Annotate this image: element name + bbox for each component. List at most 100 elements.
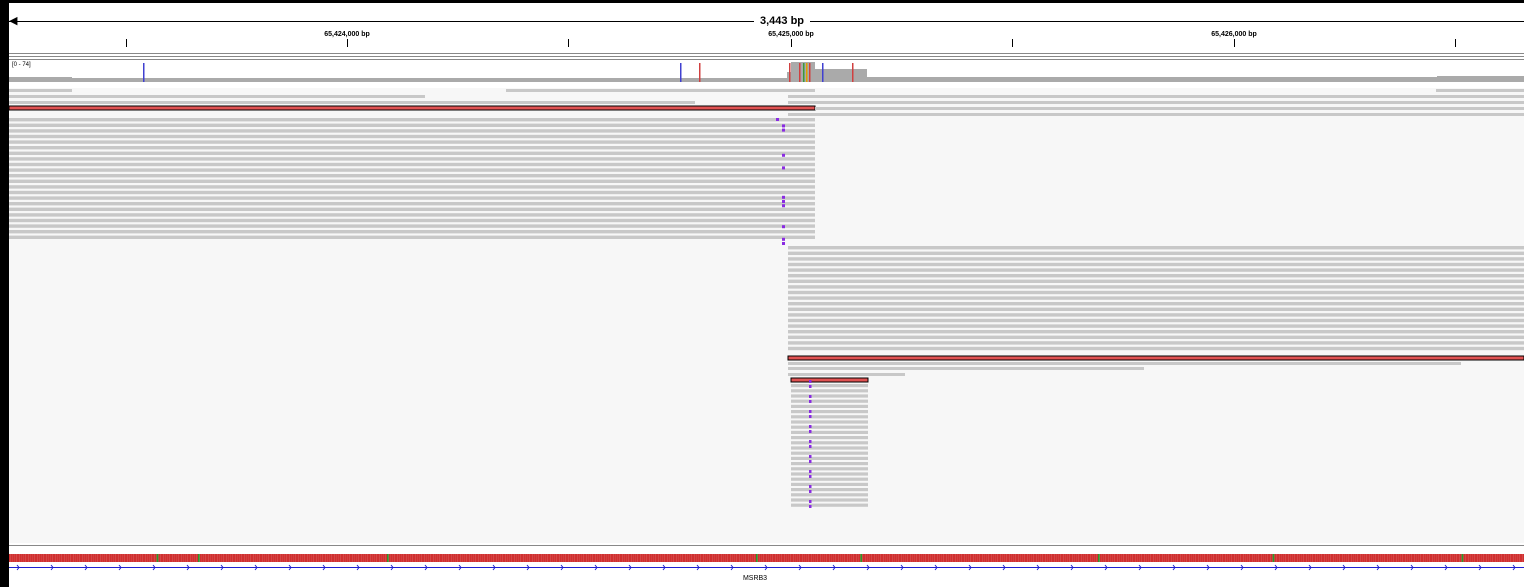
read <box>788 95 1524 98</box>
read <box>788 346 1524 351</box>
strand-arrow-icon <box>1512 564 1516 571</box>
read <box>788 101 1524 104</box>
read <box>791 425 868 429</box>
read <box>9 190 815 195</box>
strand-arrow-icon <box>356 564 360 571</box>
insertion-mark <box>809 385 812 388</box>
insertion-mark <box>782 200 785 203</box>
read <box>788 324 1524 328</box>
strand-arrow-icon <box>900 564 904 571</box>
strand-arrow-icon <box>84 564 88 571</box>
insertion-mark <box>809 455 812 458</box>
insertion-mark <box>809 475 812 478</box>
span-label: 3,443 bp <box>754 15 811 27</box>
insertion-mark <box>809 415 812 418</box>
strand-arrow-icon <box>16 564 20 571</box>
strand-arrow-icon <box>798 564 802 571</box>
strand-arrow-icon <box>594 564 598 571</box>
genomic-ruler[interactable]: ◀ 3,443 bp 65,424,000 bp 65,425,000 bp 6… <box>9 3 1524 53</box>
insertion-mark <box>809 430 812 433</box>
read <box>788 113 1524 116</box>
insertion-mark <box>809 440 812 443</box>
strand-arrow-icon <box>492 564 496 571</box>
read <box>9 207 815 211</box>
strand-arrow-icon <box>1036 564 1040 571</box>
read <box>9 218 815 223</box>
track-divider <box>9 53 1524 54</box>
strand-arrow-icon <box>186 564 190 571</box>
read <box>791 503 868 507</box>
read <box>9 101 695 104</box>
read <box>9 224 815 228</box>
read <box>791 472 868 476</box>
read <box>788 251 1524 255</box>
insertion-mark <box>809 460 812 463</box>
read <box>9 123 815 127</box>
read <box>788 313 1524 317</box>
strand-arrow-icon <box>1274 564 1278 571</box>
read <box>791 384 868 388</box>
read <box>9 174 815 178</box>
insertion-mark <box>809 410 812 413</box>
read <box>791 399 868 403</box>
strand-arrow-icon <box>696 564 700 571</box>
strand-arrow-icon <box>526 564 530 571</box>
strand-arrow-icon <box>662 564 666 571</box>
insertion-mark <box>782 195 785 199</box>
igv-alignment-view: ◀ 3,443 bp 65,424,000 bp 65,425,000 bp 6… <box>0 0 1524 587</box>
coverage-mismatch-mark <box>789 63 791 82</box>
insertion-mark <box>782 153 785 157</box>
track-divider <box>9 545 1524 546</box>
strand-arrow-icon <box>1308 564 1312 571</box>
insertion-mark <box>782 124 785 128</box>
read <box>9 146 815 150</box>
strand-arrow-icon <box>1376 564 1380 571</box>
coverage-mismatch-mark <box>809 63 811 82</box>
coverage-mismatch-mark <box>680 63 682 82</box>
strand-arrow-icon <box>220 564 224 571</box>
strand-arrow-icon <box>1342 564 1346 571</box>
insertion-mark <box>809 485 812 488</box>
strand-arrow-icon <box>968 564 972 571</box>
insertion-mark <box>776 118 779 121</box>
sequence-track[interactable] <box>9 549 1524 562</box>
coverage-mismatch-mark <box>699 63 701 82</box>
strand-arrow-icon <box>1104 564 1108 571</box>
ruler-tick <box>1012 39 1013 47</box>
read <box>788 246 1524 250</box>
insertion-mark <box>782 166 785 170</box>
ruler-tick <box>1234 39 1235 47</box>
coverage-track[interactable]: [0 - 74] <box>9 60 1524 88</box>
ruler-position-label: 65,426,000 bp <box>1211 31 1257 38</box>
read <box>791 498 868 502</box>
read <box>788 285 1524 289</box>
read <box>791 467 868 471</box>
insertion-mark <box>809 395 812 398</box>
strand-arrow-icon <box>1444 564 1448 571</box>
gene-track[interactable]: MSRB3 <box>9 560 1524 587</box>
read <box>788 362 1461 365</box>
ruler-tick <box>126 39 127 47</box>
strand-arrow-icon <box>288 564 292 571</box>
read <box>788 367 1144 370</box>
read <box>9 140 815 144</box>
read <box>791 482 868 486</box>
read <box>9 196 815 200</box>
insertion-mark <box>782 237 785 241</box>
insertion-mark <box>782 242 785 245</box>
insertion-mark <box>782 204 785 208</box>
alignment-track[interactable] <box>8 88 1524 543</box>
read <box>788 268 1524 272</box>
read <box>791 436 868 440</box>
strand-arrow-icon <box>1410 564 1414 571</box>
read <box>9 134 815 139</box>
read <box>9 185 815 189</box>
read <box>791 456 868 460</box>
strand-arrow-icon <box>322 564 326 571</box>
coverage-mismatch-mark <box>799 63 801 82</box>
read <box>9 162 815 167</box>
strand-arrow-icon <box>1172 564 1176 571</box>
read <box>788 279 1524 283</box>
left-border <box>0 0 9 587</box>
insertion-mark <box>809 505 812 508</box>
